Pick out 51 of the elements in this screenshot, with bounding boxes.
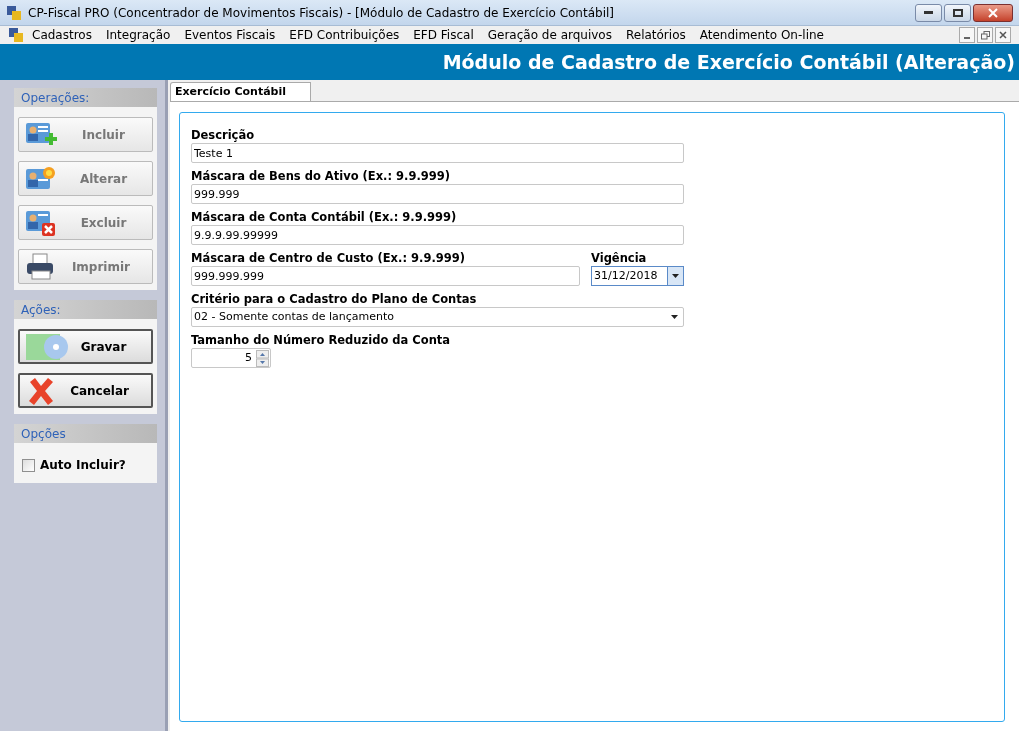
checkbox[interactable] [22, 458, 35, 472]
menu-item[interactable]: Atendimento On-line [699, 26, 824, 44]
menu-item[interactable]: Eventos Fiscais [184, 26, 276, 44]
action-button[interactable]: Cancelar [18, 373, 153, 408]
menu-item[interactable]: Cadastros [32, 26, 92, 44]
tab[interactable]: Exercício Contábil [170, 82, 312, 101]
input-field[interactable]: 999.999.999 [191, 266, 580, 286]
restore-button[interactable] [977, 27, 993, 43]
action-button[interactable]: Gravar [18, 329, 153, 364]
app-icon [8, 27, 24, 43]
checkbox-label: Auto Incluir? [40, 457, 126, 474]
module-title: Módulo de Cadastro de Exercício Contábil (Alteração) [442, 49, 1015, 75]
spinner-arrows-icon [256, 349, 269, 367]
field-label: Descrição [191, 127, 256, 143]
dropdown-arrow-icon [672, 274, 679, 278]
field-label: Vigência [591, 250, 648, 266]
panel-header: Opções [14, 424, 157, 443]
field-label: Máscara de Centro de Custo (Ex.: 9.9.999) [191, 250, 466, 266]
panel-header: Operações: [14, 88, 157, 107]
dropdown-arrow-icon [671, 315, 678, 319]
number-spinner[interactable]: 5 [191, 348, 271, 368]
menu-item[interactable]: Integração [105, 26, 171, 44]
maximize-icon [952, 8, 963, 17]
input-field[interactable]: Teste 1 [191, 143, 684, 163]
close-button[interactable] [995, 27, 1011, 43]
panel-header: Ações: [14, 300, 157, 319]
field-label: Máscara de Conta Contábil (Ex.: 9.9.999) [191, 209, 458, 225]
restore-icon [980, 30, 990, 40]
menu-item[interactable]: EFD Fiscal [413, 26, 474, 44]
minimize-icon [964, 37, 970, 39]
minimize-icon [924, 11, 933, 14]
app-icon [6, 4, 22, 21]
field-label: Tamanho do Número Reduzido da Conta [191, 332, 452, 348]
close-icon [988, 7, 998, 18]
cross-icon [26, 375, 56, 406]
menu-item[interactable]: Geração de arquivos [487, 26, 612, 44]
menu-item[interactable]: EFD Contribuições [289, 26, 400, 44]
window-title: CP-Fiscal PRO (Concentrador de Movimentos Fiscais) - [Módulo de Cadastro de Exercício Contábil] [28, 4, 614, 22]
dropdown[interactable]: 02 - Somente contas de lançamento [191, 307, 684, 327]
date-picker[interactable]: 31/12/2018 [591, 266, 684, 286]
input-field[interactable]: 9.9.9.99.99999 [191, 225, 684, 245]
minimize-button[interactable] [959, 27, 975, 43]
field-label: Critério para o Cadastro do Plano de Contas [191, 291, 478, 307]
close-icon [999, 31, 1007, 39]
maximize-button[interactable] [944, 3, 971, 22]
close-button[interactable] [973, 3, 1013, 22]
minimize-button[interactable] [915, 3, 942, 22]
user-delete-icon [25, 208, 57, 237]
menu-item[interactable]: Relatórios [625, 26, 686, 44]
field-label: Máscara de Bens do Ativo (Ex.: 9.9.999) [191, 168, 452, 184]
input-field[interactable]: 999.999 [191, 184, 684, 204]
